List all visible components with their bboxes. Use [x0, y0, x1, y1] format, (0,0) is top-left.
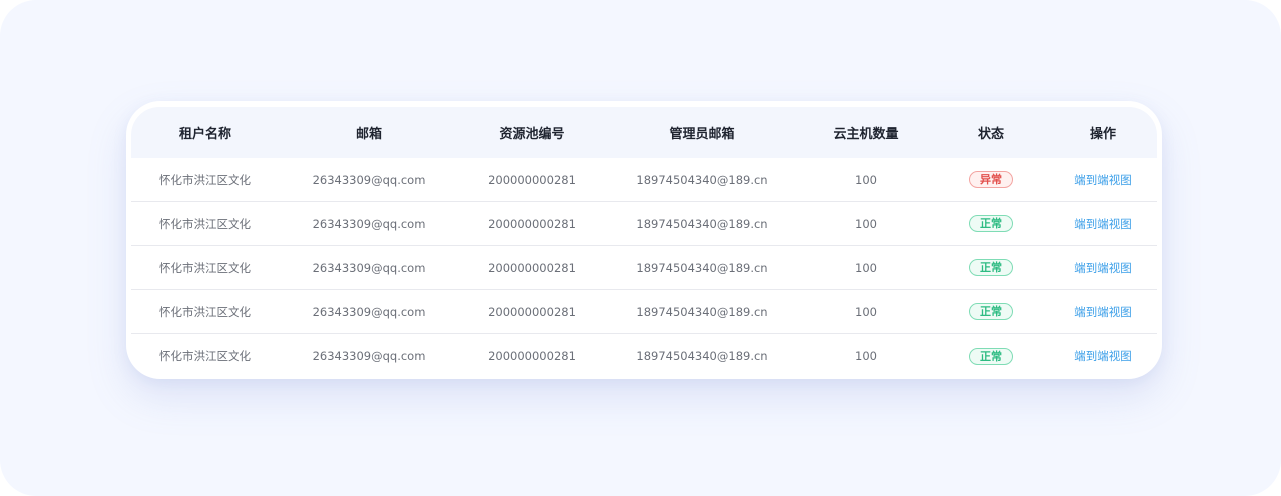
pool-id-cell: 200000000281	[488, 216, 576, 231]
column-header-admin-email: 管理员邮箱	[669, 127, 735, 142]
vm-count-cell: 100	[855, 216, 877, 231]
status-badge-normal: 正常	[969, 347, 1013, 365]
admin-email-cell: 18974504340@189.cn	[636, 260, 768, 275]
pool-id-cell: 200000000281	[488, 304, 576, 319]
tenant-name-cell: 怀化市洪江区文化	[159, 349, 251, 363]
end-to-end-view-link[interactable]: 端到端视图	[1074, 217, 1132, 231]
table-row: 怀化市洪江区文化 26343309@qq.com 200000000281 18…	[131, 202, 1157, 246]
status-badge-error: 异常	[969, 171, 1013, 188]
pool-id-cell: 200000000281	[488, 172, 576, 187]
status-badge-normal: 正常	[969, 303, 1013, 320]
email-cell: 26343309@qq.com	[312, 172, 426, 187]
email-cell: 26343309@qq.com	[312, 216, 426, 231]
vm-count-cell: 100	[855, 172, 877, 187]
pool-id-cell: 200000000281	[488, 260, 576, 275]
email-cell: 26343309@qq.com	[312, 260, 426, 275]
vm-count-cell: 100	[855, 260, 877, 275]
column-header-email: 邮箱	[355, 127, 382, 142]
tenant-table: 租户名称 邮箱 资源池编号 管理员邮箱 云主机数量 状态 操作 怀化市洪江区文化…	[131, 107, 1157, 373]
actions-cell: 端到端视图	[1049, 304, 1157, 320]
table-row: 怀化市洪江区文化 26343309@qq.com 200000000281 18…	[131, 158, 1157, 202]
vm-count-cell: 100	[855, 304, 877, 319]
actions-cell: 端到端视图	[1049, 260, 1157, 276]
end-to-end-view-link[interactable]: 端到端视图	[1074, 261, 1132, 275]
table-row: 怀化市洪江区文化 26343309@qq.com 200000000281 18…	[131, 334, 1157, 378]
status-cell: 正常	[933, 347, 1049, 365]
status-cell: 正常	[933, 259, 1049, 276]
end-to-end-view-link[interactable]: 端到端视图	[1074, 305, 1132, 319]
table-header: 租户名称 邮箱 资源池编号 管理员邮箱 云主机数量 状态 操作	[131, 107, 1157, 158]
column-header-status: 状态	[977, 127, 1004, 142]
actions-cell: 端到端视图	[1049, 216, 1157, 232]
status-cell: 正常	[933, 303, 1049, 320]
admin-email-cell: 18974504340@189.cn	[636, 349, 768, 363]
column-header-tenant-name: 租户名称	[178, 127, 231, 142]
status-badge-normal: 正常	[969, 259, 1013, 276]
pool-id-cell: 200000000281	[488, 349, 576, 363]
tenant-name-cell: 怀化市洪江区文化	[159, 216, 251, 231]
admin-email-cell: 18974504340@189.cn	[636, 172, 768, 187]
actions-cell: 端到端视图	[1049, 172, 1157, 188]
email-cell: 26343309@qq.com	[312, 304, 426, 319]
status-cell: 正常	[933, 215, 1049, 232]
vm-count-cell: 100	[855, 349, 877, 363]
table-row: 怀化市洪江区文化 26343309@qq.com 200000000281 18…	[131, 290, 1157, 334]
column-header-actions: 操作	[1089, 127, 1116, 142]
tenant-name-cell: 怀化市洪江区文化	[159, 260, 251, 275]
column-header-pool-id: 资源池编号	[499, 127, 565, 142]
admin-email-cell: 18974504340@189.cn	[636, 304, 768, 319]
tenant-table-card: 租户名称 邮箱 资源池编号 管理员邮箱 云主机数量 状态 操作 怀化市洪江区文化…	[126, 101, 1162, 379]
admin-email-cell: 18974504340@189.cn	[636, 216, 768, 231]
actions-cell: 端到端视图	[1049, 348, 1157, 364]
table-row: 怀化市洪江区文化 26343309@qq.com 200000000281 18…	[131, 246, 1157, 290]
column-header-vm-count: 云主机数量	[833, 127, 899, 142]
end-to-end-view-link[interactable]: 端到端视图	[1074, 349, 1132, 363]
tenant-name-cell: 怀化市洪江区文化	[159, 172, 251, 187]
status-cell: 异常	[933, 171, 1049, 188]
email-cell: 26343309@qq.com	[312, 349, 426, 363]
page-background: 租户名称 邮箱 资源池编号 管理员邮箱 云主机数量 状态 操作 怀化市洪江区文化…	[0, 0, 1281, 496]
status-badge-normal: 正常	[969, 215, 1013, 232]
tenant-name-cell: 怀化市洪江区文化	[159, 304, 251, 319]
end-to-end-view-link[interactable]: 端到端视图	[1074, 173, 1132, 187]
